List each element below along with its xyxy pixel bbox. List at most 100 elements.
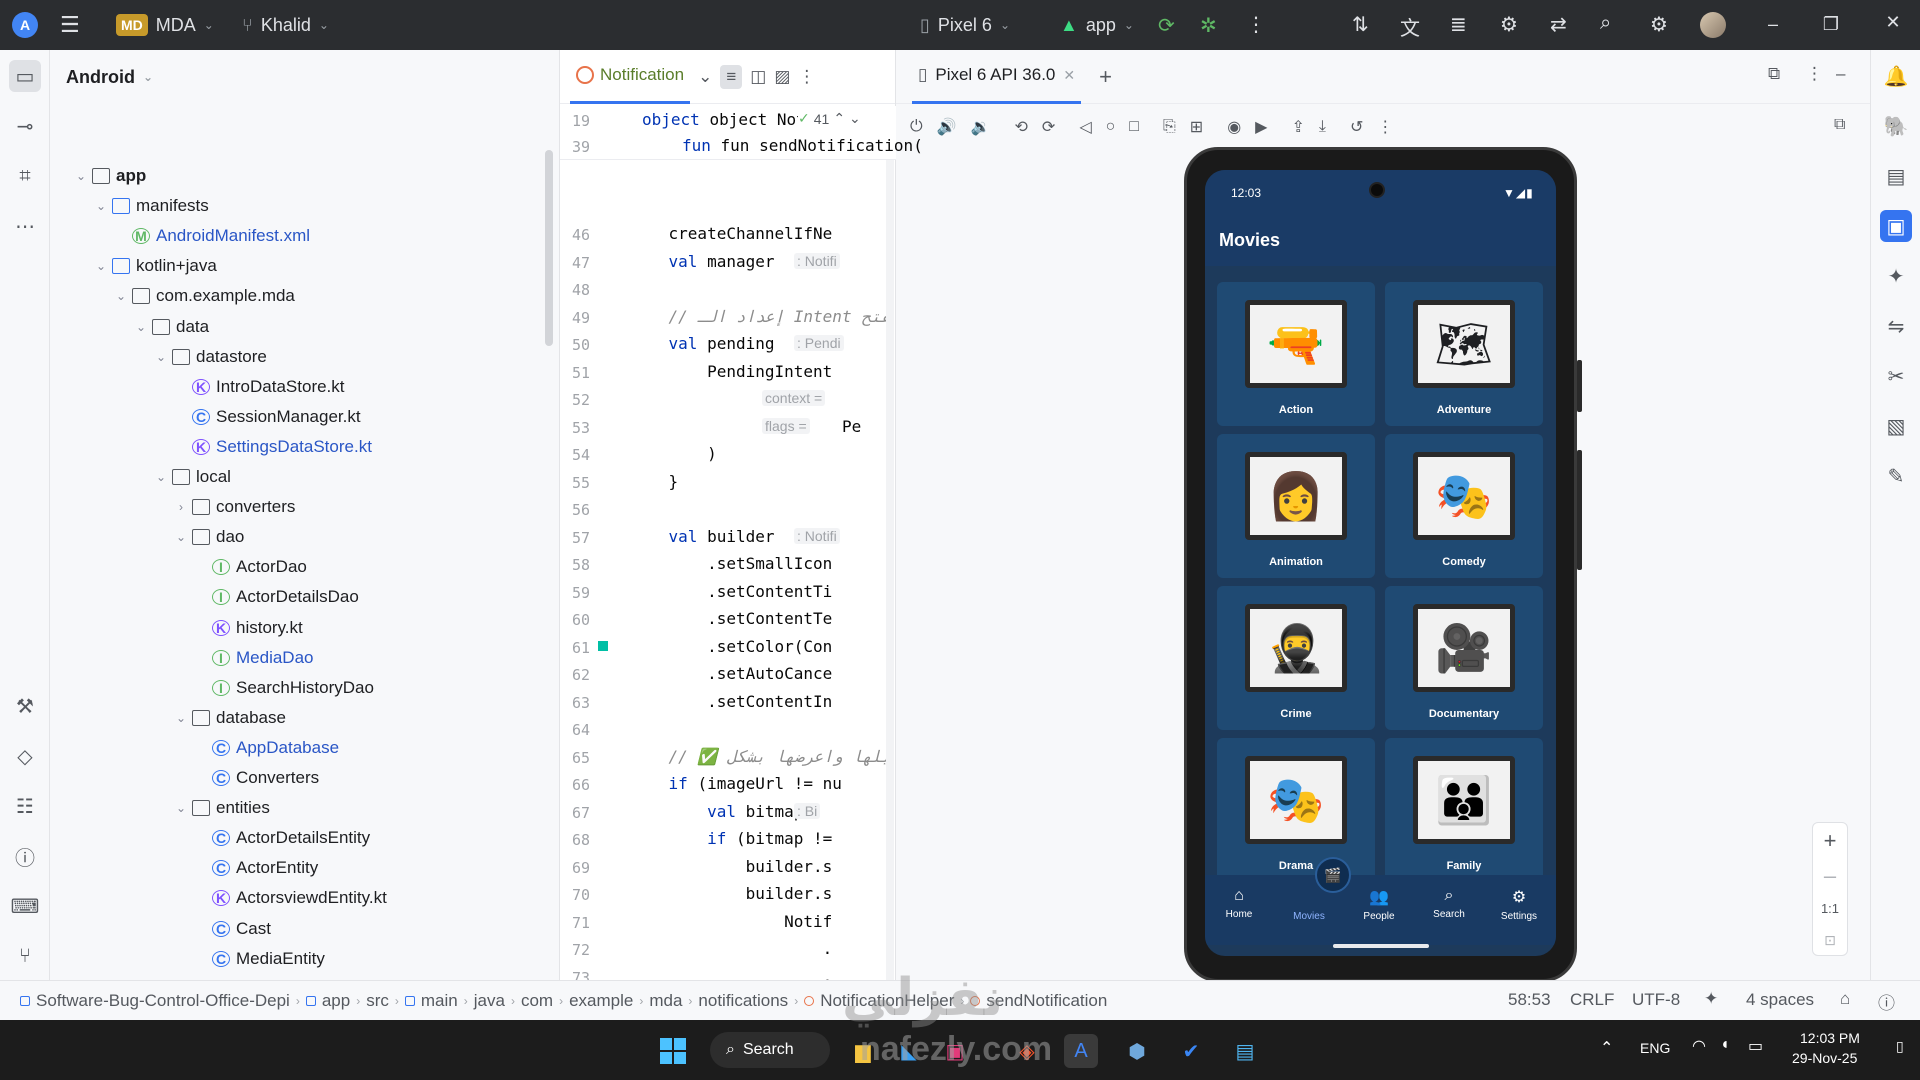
app-quality-icon[interactable]: ✂: [1880, 360, 1912, 392]
genre-card[interactable]: 🎭 Comedy: [1385, 434, 1543, 578]
zoom-out-icon[interactable]: –: [1813, 859, 1847, 893]
code-line[interactable]: val manager: [630, 252, 886, 271]
chevron-down-icon[interactable]: ⌄: [70, 169, 92, 183]
restore-window-icon[interactable]: ❐: [1806, 14, 1856, 35]
search-everywhere-icon[interactable]: ⌕: [1600, 12, 1611, 35]
gradle-icon[interactable]: 🐘: [1880, 110, 1912, 142]
more-tools-icon[interactable]: ⋯: [9, 210, 41, 242]
zoom-in-icon[interactable]: +: [1813, 823, 1847, 859]
genre-card[interactable]: 👩 Animation: [1217, 434, 1375, 578]
code-line[interactable]: .setColor(Con: [630, 637, 886, 656]
info-icon[interactable]: ⓘ: [1878, 989, 1895, 1014]
structure-icon[interactable]: ⌗: [9, 160, 41, 192]
tree-item[interactable]: C SessionManager.kt: [170, 402, 361, 432]
code-line[interactable]: .setSmallIcon: [630, 554, 886, 573]
split-view-icon[interactable]: ◫: [750, 67, 766, 87]
nav-item-people[interactable]: 👥 People: [1349, 887, 1409, 922]
reset-icon[interactable]: ↺: [1350, 117, 1363, 137]
hide-panel-icon[interactable]: –: [1836, 64, 1845, 84]
terminal-icon[interactable]: ⌨: [9, 890, 41, 922]
code-line[interactable]: // ✅ تحميلها واعرضها بشكل: [630, 747, 886, 766]
device-manager-icon[interactable]: ⇄: [1550, 12, 1567, 37]
chevron-down-icon[interactable]: ⌄: [170, 801, 192, 815]
breadcrumb-item[interactable]: com: [515, 991, 559, 1011]
vscode-icon[interactable]: ◣: [892, 1034, 926, 1068]
android-studio-logo-icon[interactable]: A: [12, 12, 38, 38]
design-view-icon[interactable]: ▨: [774, 67, 790, 87]
taskbar-search[interactable]: ⌕ Search: [710, 1032, 830, 1068]
tree-item[interactable]: I ActorDao: [190, 552, 307, 582]
tree-item[interactable]: ⌄ entities: [170, 793, 270, 823]
notifications-bell-icon[interactable]: 🔔: [1880, 60, 1912, 92]
back-icon[interactable]: ◁: [1079, 117, 1091, 137]
tree-item[interactable]: ⌄ dao: [170, 522, 244, 552]
breadcrumb-item[interactable]: example: [563, 991, 639, 1011]
chevron-down-icon[interactable]: ⌄: [170, 711, 192, 725]
chevron-down-icon[interactable]: ⌄: [90, 259, 112, 273]
indent-setting[interactable]: 4 spaces: [1746, 990, 1814, 1010]
vcs-branch-selector[interactable]: ⑂ Khalid ⌄: [232, 7, 339, 43]
breadcrumb-item[interactable]: Software-Bug-Control-Office-Depi: [14, 991, 296, 1011]
edit-pen-icon[interactable]: ✎: [1880, 460, 1912, 492]
debug-icon[interactable]: ✲: [1200, 13, 1217, 38]
tree-item[interactable]: ⌄ app: [70, 161, 146, 191]
lock-icon[interactable]: ⌂: [1840, 989, 1850, 1009]
chevron-down-icon[interactable]: ⌄: [90, 199, 112, 213]
tree-item[interactable]: C MediaEntity: [190, 944, 325, 974]
code-line[interactable]: // إعداد الـ Intent لفتح: [630, 307, 886, 326]
toolbar-more-icon[interactable]: ⋮: [1377, 117, 1393, 137]
genre-card[interactable]: 🎥 Documentary: [1385, 586, 1543, 730]
speaker-icon[interactable]: ◖: [1720, 1036, 1730, 1054]
rotate-left-icon[interactable]: ⟲: [1015, 117, 1028, 137]
project-scrollbar[interactable]: [545, 150, 553, 346]
tree-item[interactable]: ⌄ com.example.mda: [110, 281, 295, 311]
home-button-icon[interactable]: ○: [1106, 118, 1116, 136]
git-icon[interactable]: ⑂: [9, 940, 41, 972]
code-cleanup-icon[interactable]: ≣: [1450, 12, 1467, 37]
breadcrumb-item[interactable]: app: [300, 991, 356, 1011]
device-tab[interactable]: ▯ Pixel 6 API 36.0 ✕: [912, 50, 1082, 104]
wifi-icon[interactable]: ◠: [1692, 1036, 1706, 1056]
device-frame-icon[interactable]: ⧉: [1834, 116, 1845, 134]
genre-card[interactable]: 🔫 Action: [1217, 282, 1375, 426]
project-tool-folder-icon[interactable]: ▭: [9, 60, 41, 92]
main-menu-icon[interactable]: ☰: [60, 12, 80, 38]
bug-report-icon[interactable]: ⚙: [1500, 12, 1518, 37]
todo-icon[interactable]: ✔: [1174, 1034, 1208, 1068]
tree-item[interactable]: Khistory.kt: [190, 613, 303, 643]
nav-item-settings[interactable]: ⚙ Settings: [1489, 887, 1549, 922]
nav-item-search[interactable]: ⌕ Search: [1419, 887, 1479, 920]
project-view-selector[interactable]: Android ⌄: [50, 50, 559, 104]
code-line[interactable]: ): [630, 444, 886, 463]
breadcrumb-item[interactable]: java: [468, 991, 511, 1011]
editor-tab-notification[interactable]: Notification: [570, 50, 691, 104]
screenshot-camera-icon[interactable]: ◉: [1227, 117, 1241, 137]
tree-item[interactable]: ⌄ manifests: [90, 191, 209, 221]
genre-card[interactable]: 🗺 Adventure: [1385, 282, 1543, 426]
breadcrumb-item[interactable]: notifications: [692, 991, 794, 1011]
sync-gradle-icon[interactable]: ⇅: [1352, 12, 1369, 37]
tree-item[interactable]: ⌄ datastore: [150, 342, 267, 372]
problems-icon[interactable]: ⓘ: [9, 840, 41, 872]
arrow-up-icon[interactable]: ⌃: [833, 110, 845, 127]
breadcrumb-item[interactable]: main: [399, 991, 464, 1011]
caret-position[interactable]: 58:53: [1508, 990, 1551, 1010]
close-window-icon[interactable]: ✕: [1868, 12, 1918, 33]
device-file-explorer-icon[interactable]: ▤: [1880, 160, 1912, 192]
virtualbox-icon[interactable]: ⬢: [1120, 1034, 1154, 1068]
code-line[interactable]: if (imageUrl != nu: [630, 774, 886, 793]
volume-down-icon[interactable]: 🔉: [971, 117, 991, 137]
code-line[interactable]: Notif: [630, 912, 886, 931]
chevron-down-icon[interactable]: ⌄: [150, 350, 172, 364]
line-separator[interactable]: CRLF: [1570, 990, 1614, 1010]
genre-card[interactable]: 🎭 Drama: [1217, 738, 1375, 882]
power-icon[interactable]: ⏻: [910, 118, 923, 136]
code-line[interactable]: .setContentIn: [630, 692, 886, 711]
code-view-icon[interactable]: ≡: [720, 64, 743, 89]
tree-item[interactable]: ⌄ kotlin+java: [90, 251, 217, 281]
more-options-icon[interactable]: ⋮: [1246, 12, 1266, 37]
phone-screen[interactable]: 12:03 ▼◢▮ Movies 🔫 Action 🗺 Adventure 👩 Anima…: [1205, 170, 1556, 956]
tree-item[interactable]: C AppDatabase: [190, 733, 339, 763]
close-tab-icon[interactable]: ✕: [1063, 67, 1075, 84]
running-devices-icon[interactable]: ▣: [1880, 210, 1912, 242]
